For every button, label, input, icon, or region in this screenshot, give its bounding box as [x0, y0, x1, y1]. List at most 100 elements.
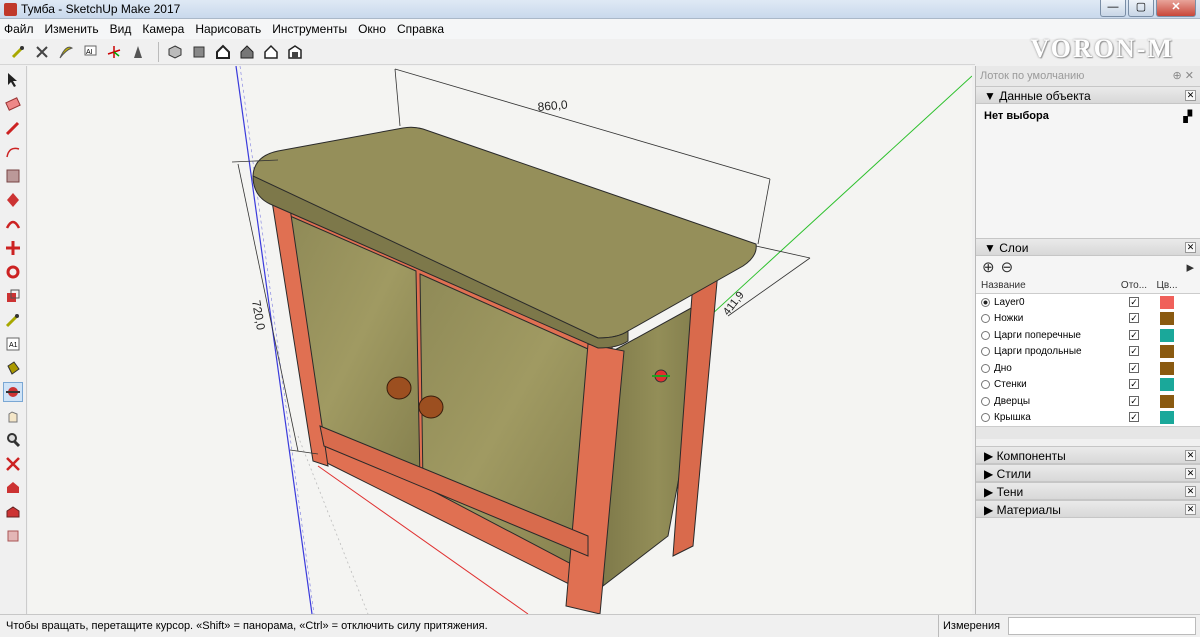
layer-visible-checkbox[interactable]: ✓ [1129, 379, 1139, 390]
active-layer-radio[interactable] [981, 396, 990, 406]
paint-bucket-icon[interactable] [3, 358, 23, 378]
panel-close-icon[interactable]: ✕ [1185, 242, 1196, 253]
layer-name[interactable]: Ножки [994, 313, 1023, 324]
pencil-line-icon[interactable] [3, 118, 23, 138]
layer-color-swatch[interactable] [1160, 312, 1174, 326]
zoom-icon[interactable] [3, 430, 23, 450]
back-view-icon[interactable] [261, 42, 281, 62]
layer-name[interactable]: Царги поперечные [994, 330, 1081, 341]
zoom-extents-icon[interactable] [3, 454, 23, 474]
close-button[interactable]: ✕ [1156, 0, 1196, 17]
layer-visible-checkbox[interactable]: ✓ [1129, 346, 1139, 357]
text-icon[interactable]: A1 [3, 334, 23, 354]
active-layer-radio[interactable] [981, 314, 990, 324]
maximize-button[interactable]: ▢ [1128, 0, 1154, 17]
push-pull-icon[interactable] [3, 190, 23, 210]
layer-name[interactable]: Крышка [994, 412, 1031, 423]
active-layer-radio[interactable] [981, 330, 990, 340]
add-layer-icon[interactable]: ⊕ [982, 258, 995, 276]
rotate-icon[interactable] [3, 262, 23, 282]
menu-help[interactable]: Справка [397, 22, 444, 36]
eraser-icon[interactable] [3, 94, 23, 114]
panel-close-icon[interactable]: ✕ [1185, 90, 1196, 101]
rectangle-shape-icon[interactable] [3, 166, 23, 186]
layer-color-swatch[interactable] [1160, 345, 1174, 359]
layer-color-swatch[interactable] [1160, 361, 1174, 375]
menu-edit[interactable]: Изменить [45, 22, 99, 36]
top-view-icon[interactable] [189, 42, 209, 62]
extension-warehouse-icon[interactable] [56, 42, 76, 62]
panel-close-icon[interactable]: ✕ [1185, 486, 1196, 497]
text-3d-icon[interactable]: AI [80, 42, 100, 62]
location-icon[interactable] [8, 42, 28, 62]
active-layer-radio[interactable] [981, 363, 990, 373]
menu-tools[interactable]: Инструменты [272, 22, 347, 36]
orbit-icon[interactable] [3, 382, 23, 402]
model-viewport[interactable]: 860,0 720,0 411,9 [28, 66, 972, 614]
layer-visible-checkbox[interactable]: ✓ [1129, 296, 1139, 307]
layer-row[interactable]: Ножки ✓ [976, 310, 1200, 327]
active-layer-radio[interactable] [981, 413, 990, 423]
menu-view[interactable]: Вид [110, 22, 132, 36]
active-layer-radio[interactable] [981, 297, 990, 307]
section-plane-icon[interactable] [128, 42, 148, 62]
front-view-icon[interactable] [213, 42, 233, 62]
warehouse-tools-icon[interactable] [32, 42, 52, 62]
details-toggle-icon[interactable]: ▞ [1184, 110, 1192, 123]
styles-panel-header[interactable]: ▶ Стили ✕ [976, 464, 1200, 482]
layer-color-swatch[interactable] [1160, 295, 1174, 309]
measurements-input[interactable] [1008, 617, 1196, 635]
layer-row[interactable]: Царги продольные ✓ [976, 343, 1200, 360]
active-layer-radio[interactable] [981, 380, 990, 390]
layer-row[interactable]: Стенки ✓ [976, 376, 1200, 393]
share-model-icon[interactable] [3, 502, 23, 522]
move-icon[interactable] [3, 238, 23, 258]
layer-color-swatch[interactable] [1160, 378, 1174, 392]
layer-color-swatch[interactable] [1160, 394, 1174, 408]
layer-row[interactable]: Дверцы ✓ [976, 393, 1200, 410]
menu-window[interactable]: Окно [358, 22, 386, 36]
tape-measure-icon[interactable] [3, 310, 23, 330]
layer-row[interactable]: Layer0 ✓ [976, 294, 1200, 311]
panel-close-icon[interactable]: ✕ [1185, 504, 1196, 515]
scale-icon[interactable] [3, 286, 23, 306]
layer-name[interactable]: Стенки [994, 379, 1027, 390]
layer-visible-checkbox[interactable]: ✓ [1129, 313, 1139, 324]
menu-file[interactable]: Файл [4, 22, 34, 36]
extension-icon[interactable] [3, 526, 23, 546]
materials-panel-header[interactable]: ▶ Материалы ✕ [976, 500, 1200, 518]
right-view-icon[interactable] [237, 42, 257, 62]
menu-camera[interactable]: Камера [142, 22, 184, 36]
tray-pin-icon[interactable]: ⊕ ✕ [1173, 66, 1195, 86]
layer-color-swatch[interactable] [1160, 328, 1174, 342]
layer-row[interactable]: Царги поперечные ✓ [976, 327, 1200, 344]
layer-color-swatch[interactable] [1160, 411, 1174, 425]
left-view-icon[interactable] [285, 42, 305, 62]
layers-header[interactable]: ▼ Слои ✕ [976, 238, 1200, 256]
column-name[interactable]: Название [976, 278, 1116, 293]
panel-close-icon[interactable]: ✕ [1185, 450, 1196, 461]
layer-name[interactable]: Layer0 [994, 297, 1025, 308]
shadows-panel-header[interactable]: ▶ Тени ✕ [976, 482, 1200, 500]
layer-row[interactable]: Крышка ✓ [976, 409, 1200, 426]
panel-close-icon[interactable]: ✕ [1185, 468, 1196, 479]
layer-name[interactable]: Царги продольные [994, 346, 1082, 357]
axes-icon[interactable] [104, 42, 124, 62]
layers-details-icon[interactable]: ▸ [1186, 258, 1194, 276]
select-arrow-icon[interactable] [3, 70, 23, 90]
layer-row[interactable]: Дно ✓ [976, 360, 1200, 377]
active-layer-radio[interactable] [981, 347, 990, 357]
minimize-button[interactable]: — [1100, 0, 1126, 17]
entity-info-header[interactable]: ▼ Данные объекта ✕ [976, 86, 1200, 104]
iso-view-icon[interactable] [165, 42, 185, 62]
column-visible[interactable]: Ото... [1116, 278, 1152, 293]
layer-name[interactable]: Дно [994, 363, 1012, 374]
components-panel-header[interactable]: ▶ Компоненты ✕ [976, 446, 1200, 464]
offset-icon[interactable] [3, 214, 23, 234]
layer-name[interactable]: Дверцы [994, 396, 1030, 407]
layer-visible-checkbox[interactable]: ✓ [1129, 362, 1139, 373]
layers-scrollbar[interactable] [976, 426, 1200, 439]
layer-visible-checkbox[interactable]: ✓ [1129, 329, 1139, 340]
layer-visible-checkbox[interactable]: ✓ [1129, 395, 1139, 406]
column-color[interactable]: Цв... [1152, 278, 1182, 293]
